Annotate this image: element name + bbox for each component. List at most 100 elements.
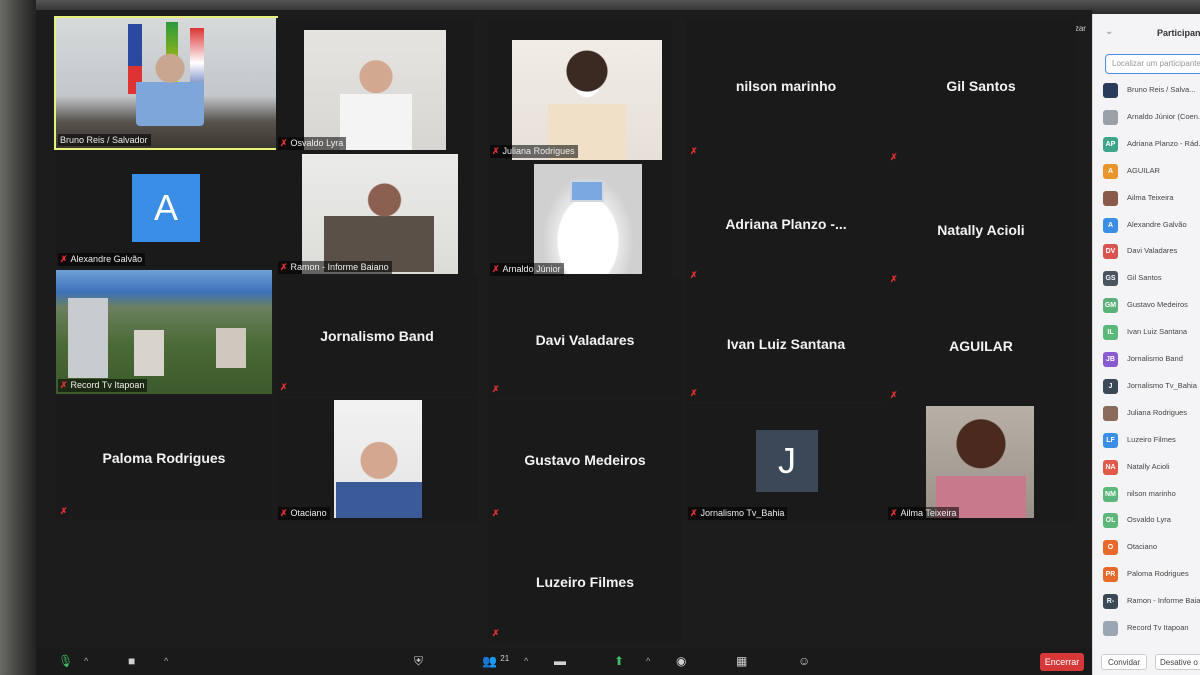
participant-row[interactable]: A AGUILAR	[1103, 163, 1200, 179]
invite-button[interactable]: Convidar	[1101, 654, 1147, 670]
building-image	[68, 298, 108, 378]
video-gallery: ☰ Visualizar Bruno Reis / Salvador ✗Osva…	[36, 10, 1092, 675]
participant-row[interactable]: A Alexandre Galvão	[1103, 217, 1200, 233]
participant-row[interactable]: J Jornalismo Tv_Bahia	[1103, 378, 1200, 394]
participant-name: Bruno Reis / Salva...	[1127, 85, 1196, 94]
chevron-down-icon[interactable]: ⌄	[1105, 26, 1113, 37]
video-tile-juliana[interactable]: ✗ Juliana Rodrigues	[488, 18, 672, 160]
video-tile-gustavo[interactable]: Gustavo Medeiros ✗	[488, 400, 682, 522]
chevron-up-icon[interactable]: ^	[84, 656, 88, 666]
avatar	[1103, 405, 1118, 421]
muted-mic-icon: ✗	[60, 254, 68, 264]
video-tile-ramon[interactable]: ✗ Ramon - Informe Baiano	[276, 152, 474, 276]
avatar	[1103, 190, 1118, 206]
avatar: IL	[1103, 325, 1118, 341]
building-image	[134, 330, 164, 376]
participant-row[interactable]: O Otaciano	[1103, 539, 1200, 556]
end-meeting-button[interactable]: Encerrar	[1040, 653, 1084, 671]
breakout-rooms-icon[interactable]: ▦	[736, 654, 747, 668]
mute-all-button[interactable]: Desative o So...	[1155, 654, 1200, 670]
chevron-up-icon[interactable]: ^	[164, 656, 168, 666]
video-tile-arnaldo[interactable]: ✗ Arnaldo Júnior	[488, 160, 672, 278]
person-image	[136, 52, 204, 126]
participant-name: nilson marinho	[735, 78, 837, 94]
participant-name: Gustavo Medeiros	[1127, 300, 1188, 310]
participant-label: ✗ Otaciano	[278, 507, 330, 520]
microphone-icon[interactable]: 🎙	[58, 654, 73, 668]
video-tile-aguilar[interactable]: AGUILAR ✗	[886, 288, 1076, 404]
participant-row[interactable]: Record Tv Itapoan	[1103, 620, 1200, 636]
participant-row[interactable]: PR Paloma Rodrigues	[1103, 566, 1200, 583]
muted-mic-icon: ✗	[890, 274, 898, 284]
participant-name: Natally Acioli	[1127, 461, 1170, 471]
video-tile-osvaldo[interactable]: ✗ Osvaldo Lyra	[276, 18, 474, 152]
participant-name: AGUILAR	[1127, 165, 1160, 175]
participant-name: AGUILAR	[949, 338, 1013, 354]
participant-name: Jornalismo Tv_Bahia	[1127, 380, 1197, 390]
participant-name: Record Tv Itapoan	[1127, 623, 1189, 632]
muted-mic-icon: ✗	[492, 508, 500, 518]
video-tile-bruno[interactable]: Bruno Reis / Salvador	[54, 16, 278, 150]
video-tile-alexandre[interactable]: A ✗ Alexandre Galvão	[56, 150, 276, 268]
participant-row[interactable]: NA Natally Acioli	[1103, 459, 1200, 475]
participant-row[interactable]: AP Adriana Planzo - Rád...	[1103, 136, 1200, 152]
security-shield-icon[interactable]: ⛨	[414, 654, 423, 669]
participant-row[interactable]: GS Gil Santos	[1103, 270, 1200, 287]
share-screen-icon[interactable]: ⬆	[614, 654, 624, 668]
video-tile-adriana[interactable]: Adriana Planzo -... ✗	[686, 160, 886, 284]
chevron-up-icon[interactable]: ^	[646, 656, 650, 666]
participant-name: Luzeiro Filmes	[535, 574, 635, 590]
video-camera-icon[interactable]: ■	[128, 654, 135, 668]
participants-button[interactable]: 👥 21	[482, 654, 509, 668]
muted-mic-icon: ✗	[60, 380, 68, 390]
video-tile-paloma[interactable]: Paloma Rodrigues ✗	[56, 396, 272, 520]
participant-label: ✗ Juliana Rodrigues	[490, 145, 578, 158]
participant-label: ✗ Arnaldo Júnior	[490, 263, 564, 276]
avatar: A	[132, 174, 200, 242]
record-icon[interactable]: ◉	[676, 654, 686, 668]
reactions-icon[interactable]: ☺	[798, 654, 810, 668]
participant-row[interactable]: LF Luzeiro Filmes	[1103, 432, 1200, 448]
person-image	[936, 412, 1026, 518]
participant-row[interactable]: NM nilson marinho	[1103, 486, 1200, 502]
video-tile-otaciano[interactable]: ✗ Otaciano	[276, 398, 478, 522]
participant-row[interactable]: GM Gustavo Medeiros	[1103, 297, 1200, 314]
person-image	[336, 438, 422, 518]
video-tile-davi[interactable]: Davi Valadares ✗	[488, 278, 682, 398]
chat-icon[interactable]: ▬	[554, 654, 566, 668]
participant-name: Ailma Teixeira	[1127, 192, 1174, 202]
video-tile-nilson[interactable]: nilson marinho ✗	[686, 18, 886, 160]
muted-mic-icon: ✗	[492, 384, 500, 394]
participant-name: Arnaldo Júnior (Coen...	[1127, 111, 1200, 121]
avatar	[1103, 83, 1118, 98]
video-tile-jornalismo-band[interactable]: Jornalismo Band ✗	[276, 276, 478, 396]
video-tile-jornalismo-tv[interactable]: J ✗ Jornalismo Tv_Bahia	[686, 404, 886, 522]
video-tile-ivan[interactable]: Ivan Luiz Santana ✗	[686, 284, 886, 402]
participant-label: ✗ Ailma Teixeira	[888, 507, 960, 520]
video-tile-record[interactable]: ✗ Record Tv Itapoan	[56, 270, 272, 394]
muted-mic-icon: ✗	[280, 138, 288, 148]
video-tile-gil[interactable]: Gil Santos ✗	[886, 18, 1076, 166]
muted-mic-icon: ✗	[690, 146, 698, 156]
participant-label: ✗ Alexandre Galvão	[58, 253, 146, 266]
video-tile-luzeiro[interactable]: Luzeiro Filmes ✗	[488, 522, 682, 642]
participant-row[interactable]: R- Ramon - Informe Baia...	[1103, 593, 1200, 610]
muted-mic-icon: ✗	[890, 508, 898, 518]
search-input[interactable]: Localizar um participante	[1105, 54, 1200, 74]
participant-row[interactable]: Juliana Rodrigues	[1103, 405, 1200, 421]
participant-name: Gustavo Medeiros	[524, 452, 646, 468]
video-tile-natally[interactable]: Natally Acioli ✗	[886, 166, 1076, 288]
participant-row[interactable]: OL Osvaldo Lyra	[1103, 512, 1200, 529]
participant-row[interactable]: Ailma Teixeira	[1103, 190, 1200, 206]
avatar: NM	[1103, 486, 1118, 502]
participant-row[interactable]: Bruno Reis / Salva...	[1103, 82, 1200, 98]
participant-name: Paloma Rodrigues	[102, 450, 226, 466]
participant-row[interactable]: DV Davi Valadares	[1103, 243, 1200, 260]
participant-name: Adriana Planzo -...	[725, 216, 847, 232]
chevron-up-icon[interactable]: ^	[524, 656, 528, 666]
participant-row[interactable]: JB Jornalismo Band	[1103, 351, 1200, 367]
participant-name: Osvaldo Lyra	[1127, 515, 1171, 525]
video-tile-ailma[interactable]: ✗ Ailma Teixeira	[886, 404, 1076, 522]
participant-row[interactable]: Arnaldo Júnior (Coen...	[1103, 109, 1200, 125]
participant-row[interactable]: IL Ivan Luiz Santana	[1103, 324, 1200, 341]
